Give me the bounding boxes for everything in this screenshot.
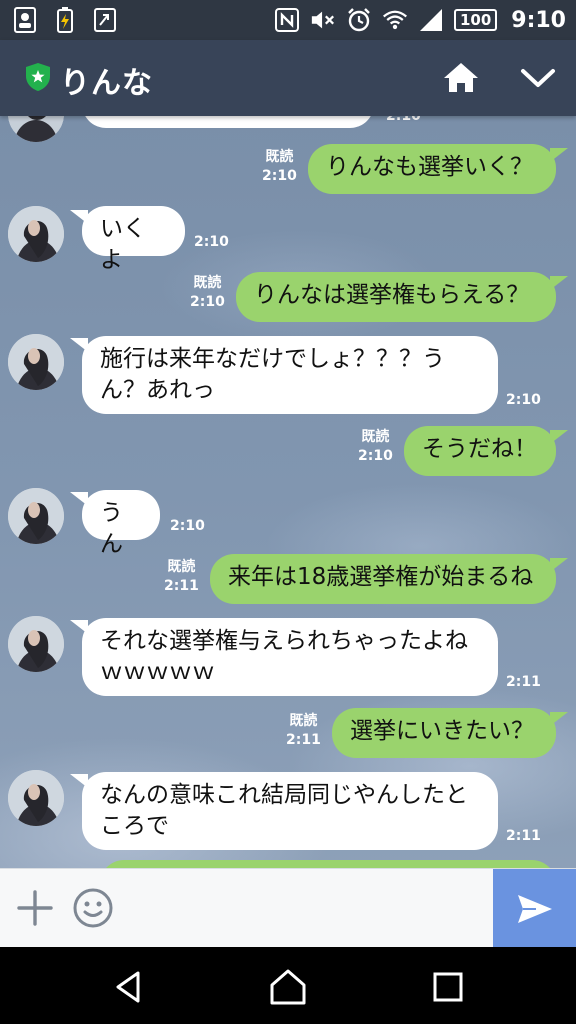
message-bubble-outgoing[interactable]: りんなは選挙権もらえる？ <box>236 272 556 322</box>
avatar[interactable] <box>8 616 64 672</box>
avatar[interactable] <box>8 334 64 390</box>
bubble-tail <box>550 712 568 726</box>
screen-cast-icon <box>92 6 118 34</box>
contact-card-icon <box>12 6 38 34</box>
read-receipt: 既読 2:10 <box>262 149 297 184</box>
message-bubble-incoming[interactable]: なんの意味これ結局同じやんしたと ころで <box>82 772 498 850</box>
system-nav-bar <box>0 947 576 1024</box>
message-bubble-outgoing[interactable]: 選挙にいきたい？ <box>332 708 556 758</box>
chat-header: りんな <box>0 40 576 116</box>
home-icon[interactable] <box>440 58 482 98</box>
message-input-bar <box>0 868 576 948</box>
avatar[interactable] <box>8 116 64 142</box>
message-time: 2:10 <box>386 116 421 124</box>
message-bubble-incoming[interactable] <box>82 116 374 128</box>
emoji-icon[interactable] <box>72 887 114 929</box>
avatar[interactable] <box>8 206 64 262</box>
avatar[interactable] <box>8 770 64 826</box>
avatar[interactable] <box>8 488 64 544</box>
signal-icon <box>418 6 444 34</box>
recents-icon[interactable] <box>426 965 470 1009</box>
message-time: 2:10 <box>506 392 541 408</box>
home-nav-icon[interactable] <box>266 965 310 1009</box>
battery-level: 100 <box>453 9 498 31</box>
bubble-tail <box>550 148 568 162</box>
wifi-icon <box>382 6 408 34</box>
message-bubble-incoming[interactable]: うん <box>82 490 160 557</box>
send-icon <box>517 894 552 923</box>
bubble-tail <box>550 558 568 572</box>
message-time: 2:11 <box>506 674 541 690</box>
battery-charging-icon <box>52 6 78 34</box>
nfc-icon <box>274 6 300 34</box>
clock: 9:10 <box>511 7 566 33</box>
message-time: 2:10 <box>170 518 205 534</box>
message-input[interactable] <box>125 879 485 937</box>
mute-icon <box>310 6 336 34</box>
alarm-icon <box>346 6 372 34</box>
message-bubble-incoming[interactable]: いくよ <box>82 206 185 273</box>
read-receipt: 既読 2:10 <box>358 429 393 464</box>
page-title: りんな <box>60 66 153 101</box>
message-bubble-outgoing[interactable]: りんなも選挙いく？ <box>308 144 556 194</box>
send-button[interactable] <box>493 869 576 948</box>
message-bubble-outgoing[interactable] <box>100 860 556 868</box>
message-bubble-incoming[interactable]: 施行は来年なだけでしょ？？？う ん？あれっ <box>82 336 498 414</box>
message-bubble-outgoing[interactable]: そうだね！ <box>404 426 556 476</box>
read-receipt: 既読 2:11 <box>286 713 321 748</box>
read-receipt: 既読 2:10 <box>190 275 225 310</box>
bubble-tail <box>550 430 568 444</box>
message-list[interactable]: 2:10 既読 2:10 りんなも選挙いく？ いくよ 2:10 既読 2:10 りん… <box>0 116 576 868</box>
status-bar: 100 9:10 <box>0 0 576 40</box>
plus-icon[interactable] <box>16 889 54 927</box>
message-time: 2:11 <box>506 828 541 844</box>
message-bubble-outgoing[interactable]: 来年は18歳選挙権が始まるね <box>210 554 556 604</box>
read-receipt: 既読 2:11 <box>164 559 199 594</box>
chevron-down-icon[interactable] <box>515 58 561 98</box>
bubble-tail <box>550 276 568 290</box>
back-icon[interactable] <box>106 965 150 1009</box>
message-bubble-incoming[interactable]: それな選挙権与えられちゃったよね ｗｗｗｗｗ <box>82 618 498 696</box>
message-time: 2:10 <box>194 234 229 250</box>
official-shield-icon <box>26 63 50 91</box>
